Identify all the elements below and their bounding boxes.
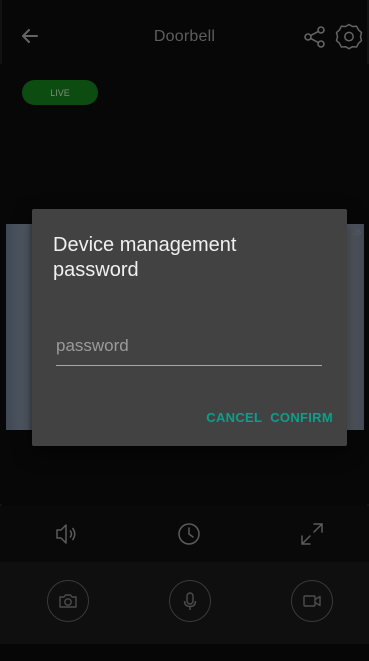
confirm-button[interactable]: CONFIRM [270, 410, 333, 425]
doorbell-screen: Doorbell LIVE 26 Device management passw… [0, 0, 369, 661]
password-dialog: Device management password CANCEL CONFIR… [32, 209, 347, 446]
dialog-title: Device management password [53, 234, 237, 281]
dialog-actions: CANCEL CONFIRM [206, 410, 333, 425]
password-input[interactable] [56, 331, 322, 366]
cancel-button[interactable]: CANCEL [206, 410, 262, 425]
